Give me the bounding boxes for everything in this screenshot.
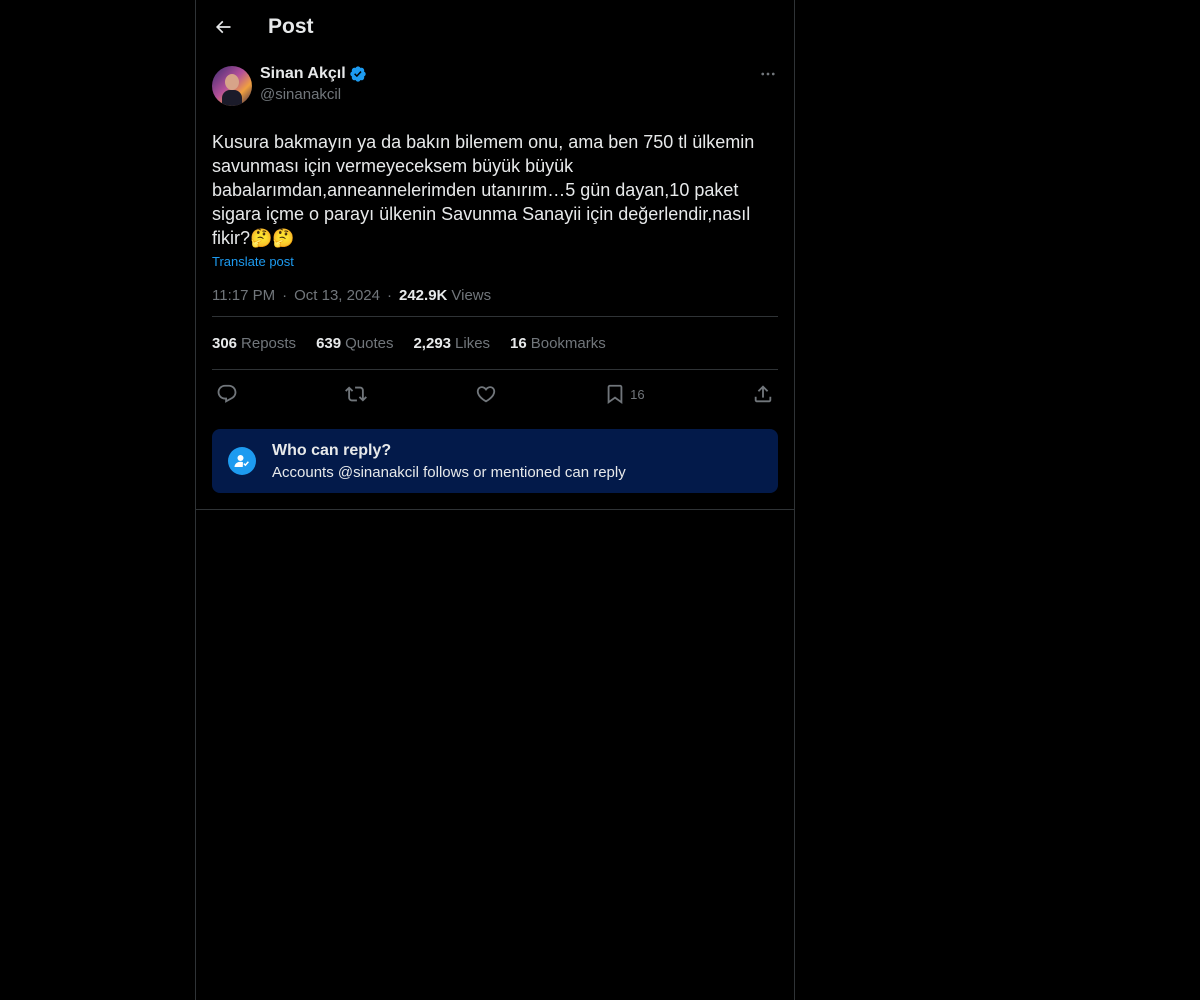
author-info: Sinan Akçıl @sinanakcil — [260, 64, 367, 103]
quotes-stat[interactable]: 639 Quotes — [316, 335, 393, 352]
bookmarks-stat[interactable]: 16 Bookmarks — [510, 335, 606, 352]
reply-restriction-icon — [228, 447, 256, 475]
repost-button[interactable] — [345, 383, 368, 405]
reply-restriction-text: Who can reply? Accounts @sinanakcil foll… — [272, 442, 626, 481]
reply-restriction-title: Who can reply? — [272, 441, 392, 459]
bookmark-icon — [607, 384, 623, 405]
author-name[interactable]: Sinan Akçıl — [260, 65, 346, 83]
reply-icon — [217, 384, 237, 403]
reposts-stat[interactable]: 306 Reposts — [212, 335, 296, 352]
verified-badge-icon — [349, 66, 366, 82]
bookmark-button[interactable]: 16 — [604, 383, 645, 405]
heart-icon — [476, 386, 495, 403]
post-time[interactable]: 11:17 PM — [212, 287, 275, 304]
likes-stat[interactable]: 2,293 Likes — [413, 335, 490, 352]
page-title: Post — [268, 15, 314, 38]
main-column: Post Sinan Akçıl @sinanakcil Kusura bakm… — [195, 0, 795, 1000]
arrow-left-icon — [215, 20, 231, 34]
quotes-label: Quotes — [345, 334, 394, 352]
share-button[interactable] — [752, 383, 774, 405]
more-options-button[interactable] — [758, 64, 778, 84]
bookmarks-count: 16 — [510, 334, 527, 352]
author-row: Sinan Akçıl @sinanakcil — [212, 64, 778, 120]
post-text: Kusura bakmayın ya da bakın bilemem onu,… — [212, 132, 755, 248]
bookmarks-label: Bookmarks — [530, 334, 606, 352]
views-count: 242.9K — [399, 287, 448, 304]
user-check-icon — [234, 455, 249, 467]
share-icon — [754, 385, 772, 403]
name-line: Sinan Akçıl — [260, 64, 367, 84]
avatar[interactable] — [212, 66, 252, 106]
separator-dot: · — [282, 287, 288, 304]
reply-restriction-banner: Who can reply? Accounts @sinanakcil foll… — [212, 429, 778, 493]
post-meta: 11:17 PM · Oct 13, 2024 · 242.9K Views — [212, 271, 778, 317]
like-button[interactable] — [475, 383, 497, 405]
page-header: Post — [196, 0, 794, 54]
reply-button[interactable] — [216, 383, 238, 405]
more-dots-icon — [761, 72, 775, 76]
action-bar: 16 — [212, 370, 778, 418]
reposts-count: 306 — [212, 334, 238, 352]
back-button[interactable] — [212, 16, 234, 38]
reposts-label: Reposts — [241, 334, 297, 352]
quotes-count: 639 — [316, 334, 342, 352]
post-detail: Sinan Akçıl @sinanakcil Kusura bakmayın … — [196, 54, 794, 510]
likes-label: Likes — [455, 334, 491, 352]
likes-count: 2,293 — [413, 334, 452, 352]
bookmark-count: 16 — [630, 386, 645, 402]
repost-icon — [345, 386, 368, 402]
translate-post-link[interactable]: Translate post — [212, 254, 294, 269]
engagement-stats: 306 Reposts 639 Quotes 2,293 Likes 16 Bookma… — [212, 317, 778, 370]
post-date[interactable]: Oct 13, 2024 — [294, 287, 380, 304]
views-label: Views — [451, 287, 492, 304]
separator-dot: · — [387, 287, 392, 304]
author-handle[interactable]: @sinanakcil — [260, 86, 367, 103]
reply-restriction-subtitle: Accounts @sinanakcil follows or mentione… — [272, 463, 626, 481]
